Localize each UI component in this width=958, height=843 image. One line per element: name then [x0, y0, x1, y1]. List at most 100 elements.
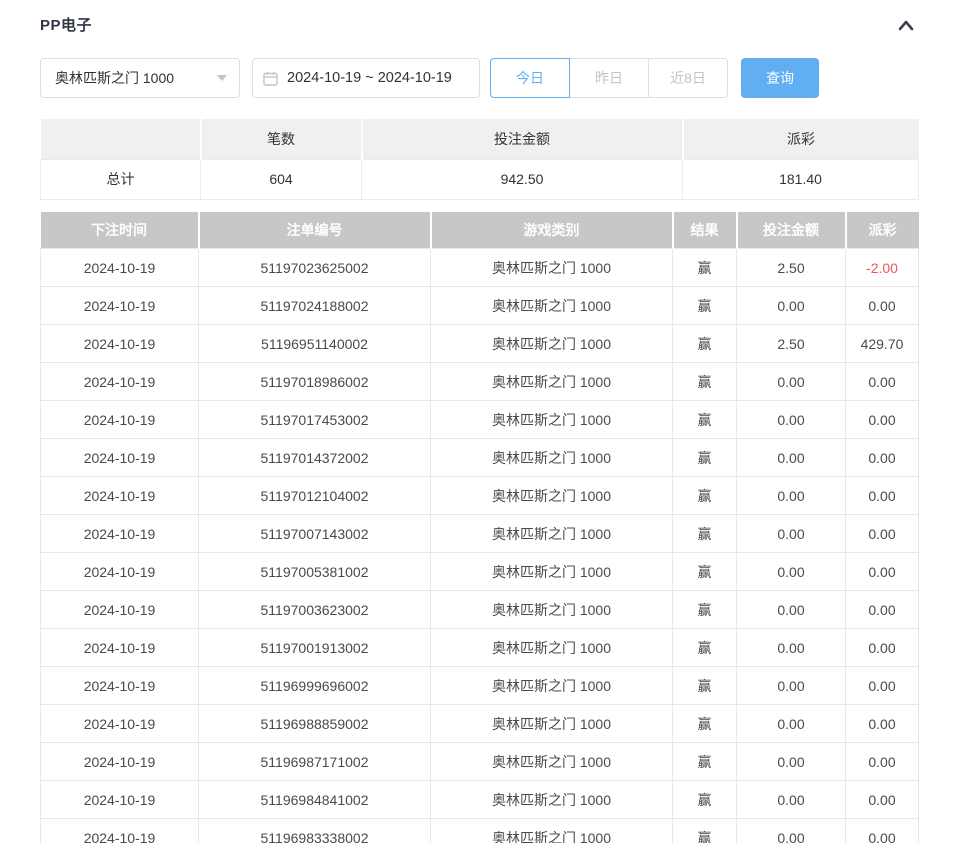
bet-amount-cell: 0.00 [737, 591, 846, 629]
bet-amount-cell: 0.00 [737, 401, 846, 439]
result-cell: 赢 [673, 553, 737, 591]
bet-amount-cell: 0.00 [737, 629, 846, 667]
payout-cell: -2.00 [846, 249, 919, 287]
bet-time-cell: 2024-10-19 [41, 363, 199, 401]
result-cell: 赢 [673, 515, 737, 553]
table-row: 2024-10-1951197007143002奥林匹斯之门 1000赢0.00… [41, 515, 919, 553]
payout-cell: 0.00 [846, 667, 919, 705]
records-column-header: 派彩 [846, 212, 919, 249]
chevron-up-icon [896, 18, 916, 32]
records-column-header: 结果 [673, 212, 737, 249]
records-column-header: 下注时间 [41, 212, 199, 249]
bet-time-cell: 2024-10-19 [41, 401, 199, 439]
table-row: 2024-10-1951197023625002奥林匹斯之门 1000赢2.50… [41, 249, 919, 287]
table-row: 2024-10-1951196987171002奥林匹斯之门 1000赢0.00… [41, 743, 919, 781]
payout-cell: 0.00 [846, 515, 919, 553]
result-cell: 赢 [673, 629, 737, 667]
payout-cell: 0.00 [846, 781, 919, 819]
quick-range-button[interactable]: 近8日 [648, 58, 728, 98]
game-type-cell: 奥林匹斯之门 1000 [431, 401, 673, 439]
payout-cell: 0.00 [846, 743, 919, 781]
bet-id-cell: 51197012104002 [199, 477, 431, 515]
table-row: 2024-10-1951196983338002奥林匹斯之门 1000赢0.00… [41, 819, 919, 843]
bet-time-cell: 2024-10-19 [41, 553, 199, 591]
result-cell: 赢 [673, 287, 737, 325]
bet-id-cell: 51196984841002 [199, 781, 431, 819]
game-select-value: 奥林匹斯之门 1000 [55, 68, 174, 88]
game-type-cell: 奥林匹斯之门 1000 [431, 287, 673, 325]
date-range-value: 2024-10-19 ~ 2024-10-19 [287, 70, 452, 86]
table-row: 2024-10-1951196984841002奥林匹斯之门 1000赢0.00… [41, 781, 919, 819]
game-type-cell: 奥林匹斯之门 1000 [431, 249, 673, 287]
pp-electronic-panel: PP电子 奥林匹斯之门 1000 2024-10-1 [0, 0, 958, 843]
summary-total-row: 总计 604 942.50 181.40 [41, 159, 919, 199]
game-type-cell: 奥林匹斯之门 1000 [431, 439, 673, 477]
payout-cell: 0.00 [846, 477, 919, 515]
bet-time-cell: 2024-10-19 [41, 515, 199, 553]
filter-bar: 奥林匹斯之门 1000 2024-10-19 ~ 2024-10-19 今日昨日… [40, 58, 918, 98]
bet-time-cell: 2024-10-19 [41, 743, 199, 781]
panel-title-row: PP电子 [40, 14, 918, 35]
bet-id-cell: 51196988859002 [199, 705, 431, 743]
game-type-cell: 奥林匹斯之门 1000 [431, 705, 673, 743]
summary-column-header: 派彩 [683, 119, 919, 159]
table-row: 2024-10-1951197024188002奥林匹斯之门 1000赢0.00… [41, 287, 919, 325]
bet-amount-cell: 0.00 [737, 667, 846, 705]
game-type-cell: 奥林匹斯之门 1000 [431, 325, 673, 363]
bet-amount-cell: 2.50 [737, 325, 846, 363]
bet-time-cell: 2024-10-19 [41, 477, 199, 515]
summary-payout-value: 181.40 [683, 159, 919, 199]
result-cell: 赢 [673, 591, 737, 629]
result-cell: 赢 [673, 401, 737, 439]
search-button[interactable]: 查询 [741, 58, 819, 98]
date-range-input[interactable]: 2024-10-19 ~ 2024-10-19 [252, 58, 480, 98]
result-cell: 赢 [673, 743, 737, 781]
result-cell: 赢 [673, 819, 737, 843]
bet-id-cell: 51197017453002 [199, 401, 431, 439]
quick-range-button[interactable]: 昨日 [569, 58, 649, 98]
bet-amount-cell: 0.00 [737, 553, 846, 591]
result-cell: 赢 [673, 363, 737, 401]
bet-amount-cell: 0.00 [737, 477, 846, 515]
game-type-cell: 奥林匹斯之门 1000 [431, 553, 673, 591]
game-type-cell: 奥林匹斯之门 1000 [431, 363, 673, 401]
table-row: 2024-10-1951197005381002奥林匹斯之门 1000赢0.00… [41, 553, 919, 591]
payout-cell: 0.00 [846, 591, 919, 629]
bet-id-cell: 51197001913002 [199, 629, 431, 667]
payout-cell: 0.00 [846, 629, 919, 667]
calendar-icon [263, 71, 278, 86]
summary-column-header [41, 119, 201, 159]
bet-time-cell: 2024-10-19 [41, 325, 199, 363]
bet-time-cell: 2024-10-19 [41, 705, 199, 743]
table-row: 2024-10-1951196988859002奥林匹斯之门 1000赢0.00… [41, 705, 919, 743]
payout-cell: 429.70 [846, 325, 919, 363]
bet-id-cell: 51196951140002 [199, 325, 431, 363]
quick-range-button[interactable]: 今日 [490, 58, 570, 98]
result-cell: 赢 [673, 781, 737, 819]
bet-id-cell: 51197005381002 [199, 553, 431, 591]
result-cell: 赢 [673, 439, 737, 477]
game-type-cell: 奥林匹斯之门 1000 [431, 781, 673, 819]
summary-table: 笔数投注金额派彩 总计 604 942.50 181.40 [40, 119, 919, 200]
bet-time-cell: 2024-10-19 [41, 287, 199, 325]
game-type-cell: 奥林匹斯之门 1000 [431, 515, 673, 553]
table-row: 2024-10-1951197003623002奥林匹斯之门 1000赢0.00… [41, 591, 919, 629]
bet-time-cell: 2024-10-19 [41, 629, 199, 667]
result-cell: 赢 [673, 477, 737, 515]
bet-amount-cell: 0.00 [737, 363, 846, 401]
collapse-panel-button[interactable] [894, 16, 918, 34]
table-row: 2024-10-1951197018986002奥林匹斯之门 1000赢0.00… [41, 363, 919, 401]
bet-time-cell: 2024-10-19 [41, 249, 199, 287]
records-header-row: 下注时间注单编号游戏类别结果投注金额派彩 [41, 212, 919, 249]
bet-amount-cell: 0.00 [737, 743, 846, 781]
bet-id-cell: 51196987171002 [199, 743, 431, 781]
bet-id-cell: 51196999696002 [199, 667, 431, 705]
bet-id-cell: 51197003623002 [199, 591, 431, 629]
summary-count-value: 604 [201, 159, 362, 199]
game-select[interactable]: 奥林匹斯之门 1000 [40, 58, 240, 98]
records-body: 2024-10-1951197023625002奥林匹斯之门 1000赢2.50… [41, 249, 919, 843]
bet-id-cell: 51197023625002 [199, 249, 431, 287]
bet-amount-cell: 0.00 [737, 515, 846, 553]
game-type-cell: 奥林匹斯之门 1000 [431, 667, 673, 705]
table-row: 2024-10-1951197017453002奥林匹斯之门 1000赢0.00… [41, 401, 919, 439]
